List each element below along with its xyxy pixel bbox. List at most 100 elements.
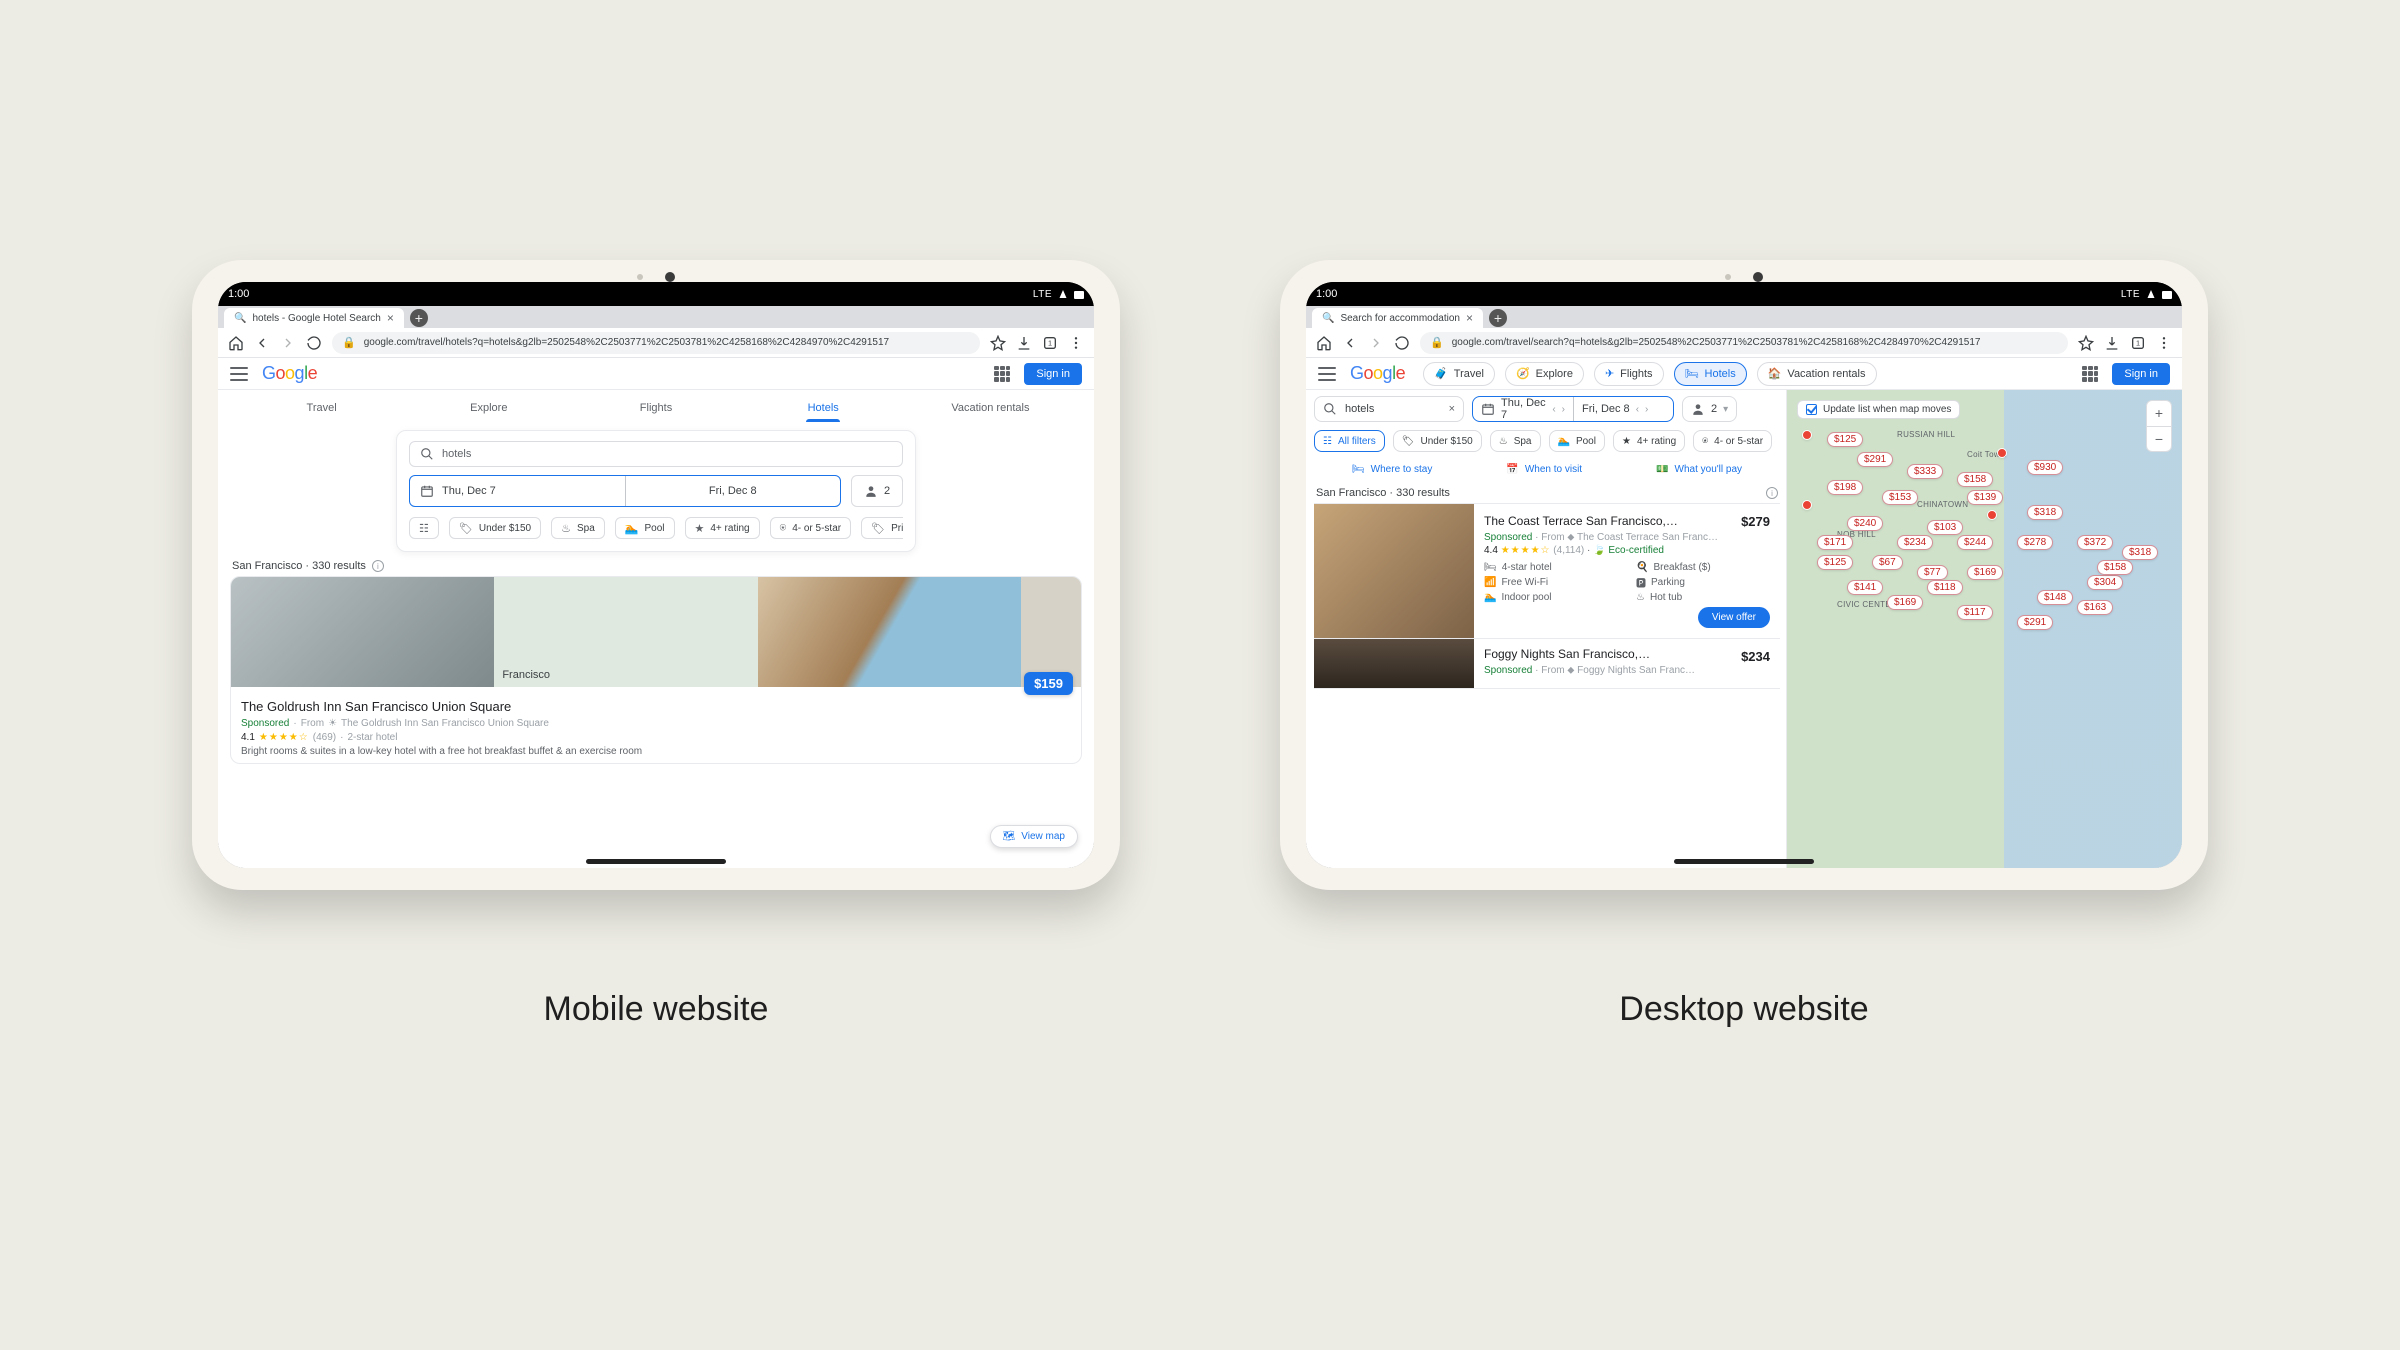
chip-hotels[interactable]: 🛏Hotels [1674, 362, 1747, 386]
next-icon[interactable]: › [1645, 404, 1648, 415]
map-price-pin[interactable]: $158 [2097, 560, 2133, 575]
search-input[interactable]: hotels [409, 441, 903, 467]
map-dot[interactable] [1987, 510, 1997, 520]
date-range-picker[interactable]: Thu, Dec 7 ‹ › Fri, Dec 8 ‹ › [1472, 396, 1674, 422]
results-map[interactable]: Update list when map moves + − RUSSIAN H… [1786, 390, 2182, 868]
map-price-pin[interactable]: $153 [1882, 490, 1918, 505]
nav-handle[interactable] [1674, 859, 1814, 864]
map-price-pin[interactable]: $163 [2077, 600, 2113, 615]
filter-4plus[interactable]: ★4+ rating [1613, 430, 1685, 452]
filter-4plus[interactable]: ★4+ rating [685, 517, 760, 539]
filter-pool[interactable]: 🏊Pool [615, 517, 675, 539]
checkin-field[interactable]: Thu, Dec 7 [410, 476, 625, 506]
download-icon[interactable] [1016, 335, 1032, 351]
new-tab-button[interactable]: + [410, 309, 428, 327]
hotel-card[interactable]: $279 The Coast Terrace San Francisco,… S… [1314, 503, 1780, 639]
new-tab-button[interactable]: + [1489, 309, 1507, 327]
map-price-pin[interactable]: $141 [1847, 580, 1883, 595]
menu-icon[interactable] [1318, 367, 1336, 381]
reload-icon[interactable] [306, 335, 322, 351]
reload-icon[interactable] [1394, 335, 1410, 351]
map-price-pin[interactable]: $333 [1907, 464, 1943, 479]
view-offer-button[interactable]: View offer [1698, 607, 1770, 628]
zoom-in-button[interactable]: + [2147, 401, 2171, 426]
address-bar[interactable]: 🔒 google.com/travel/hotels?q=hotels&g2lb… [332, 332, 980, 354]
back-icon[interactable] [254, 335, 270, 351]
guests-selector[interactable]: 2 ▾ [1682, 396, 1737, 422]
hero-where[interactable]: 🛏Where to stay [1352, 464, 1432, 475]
filter-4or5star[interactable]: ⍟4- or 5-star [1693, 430, 1772, 452]
chip-vacation[interactable]: 🏠Vacation rentals [1757, 362, 1877, 386]
map-price-pin[interactable]: $234 [1897, 535, 1933, 550]
filters-button[interactable]: ☷ [409, 517, 439, 539]
forward-icon[interactable] [1368, 335, 1384, 351]
forward-icon[interactable] [280, 335, 296, 351]
map-price-pin[interactable]: $372 [2077, 535, 2113, 550]
map-price-pin[interactable]: $158 [1957, 472, 1993, 487]
guests-selector[interactable]: 2 [851, 475, 903, 507]
map-dot[interactable] [1997, 448, 2007, 458]
map-price-pin[interactable]: $67 [1872, 555, 1903, 570]
star-icon[interactable] [990, 335, 1006, 351]
map-price-pin[interactable]: $169 [1967, 565, 2003, 580]
info-icon[interactable]: i [1766, 487, 1778, 499]
tab-travel[interactable]: Travel [238, 402, 405, 422]
checkout-field[interactable]: Fri, Dec 8 ‹ › [1573, 397, 1673, 421]
checkbox-icon[interactable] [1806, 404, 1817, 415]
close-icon[interactable]: × [387, 311, 394, 325]
update-list-toggle[interactable]: Update list when map moves [1797, 400, 1960, 419]
checkin-field[interactable]: Thu, Dec 7 ‹ › [1473, 397, 1573, 421]
map-price-pin[interactable]: $118 [1927, 580, 1963, 595]
hotel-card[interactable]: $234 Foggy Nights San Francisco,… Sponso… [1314, 639, 1780, 689]
apps-grid-icon[interactable] [994, 366, 1010, 382]
view-map-button[interactable]: 🗺 View map [990, 825, 1078, 848]
map-price-pin[interactable]: $240 [1847, 516, 1883, 531]
map-price-pin[interactable]: $244 [1957, 535, 1993, 550]
map-price-pin[interactable]: $139 [1967, 490, 2003, 505]
prev-icon[interactable]: ‹ [1636, 404, 1639, 415]
signin-button[interactable]: Sign in [1024, 363, 1082, 385]
map-price-pin[interactable]: $291 [2017, 615, 2053, 630]
google-logo[interactable]: Google [262, 363, 317, 384]
next-icon[interactable]: › [1562, 404, 1565, 415]
filter-spa[interactable]: ♨Spa [551, 517, 605, 539]
nav-handle[interactable] [586, 859, 726, 864]
chip-flights[interactable]: ✈Flights [1594, 362, 1664, 386]
filter-price[interactable]: 🏷Price▾ [861, 517, 903, 539]
info-icon[interactable]: i [372, 560, 384, 572]
home-icon[interactable] [1316, 335, 1332, 351]
filter-under150[interactable]: 🏷Under $150 [449, 517, 541, 539]
tab-explore[interactable]: Explore [405, 402, 572, 422]
signin-button[interactable]: Sign in [2112, 363, 2170, 385]
chip-travel[interactable]: 🧳Travel [1423, 362, 1495, 386]
hotel-card[interactable]: $159 The Goldrush Inn San Francisco Unio… [230, 576, 1082, 764]
clear-icon[interactable]: × [1449, 403, 1455, 415]
filter-under150[interactable]: 🏷Under $150 [1393, 430, 1482, 452]
browser-tab[interactable]: 🔍 hotels - Google Hotel Search × [224, 308, 404, 328]
hero-when[interactable]: 📅When to visit [1506, 464, 1582, 475]
home-icon[interactable] [228, 335, 244, 351]
map-price-pin[interactable]: $318 [2122, 545, 2158, 560]
map-price-pin[interactable]: $930 [2027, 460, 2063, 475]
all-filters-button[interactable]: ☷All filters [1314, 430, 1385, 452]
tab-flights[interactable]: Flights [572, 402, 739, 422]
star-icon[interactable] [2078, 335, 2094, 351]
address-bar[interactable]: 🔒 google.com/travel/search?q=hotels&g2lb… [1420, 332, 2068, 354]
map-price-pin[interactable]: $198 [1827, 480, 1863, 495]
checkout-field[interactable]: Fri, Dec 8 [625, 476, 841, 506]
map-price-pin[interactable]: $278 [2017, 535, 2053, 550]
map-price-pin[interactable]: $171 [1817, 535, 1853, 550]
map-price-pin[interactable]: $291 [1857, 452, 1893, 467]
search-input[interactable]: hotels × [1314, 396, 1464, 422]
map-price-pin[interactable]: $169 [1887, 595, 1923, 610]
overflow-menu-icon[interactable] [2156, 335, 2172, 351]
apps-grid-icon[interactable] [2082, 366, 2098, 382]
menu-icon[interactable] [230, 367, 248, 381]
map-price-pin[interactable]: $304 [2087, 575, 2123, 590]
filter-pool[interactable]: 🏊Pool [1549, 430, 1605, 452]
tab-vacation[interactable]: Vacation rentals [907, 402, 1074, 422]
map-price-pin[interactable]: $77 [1917, 565, 1948, 580]
prev-icon[interactable]: ‹ [1552, 404, 1555, 415]
map-price-pin[interactable]: $117 [1957, 605, 1993, 620]
close-icon[interactable]: × [1466, 311, 1473, 325]
